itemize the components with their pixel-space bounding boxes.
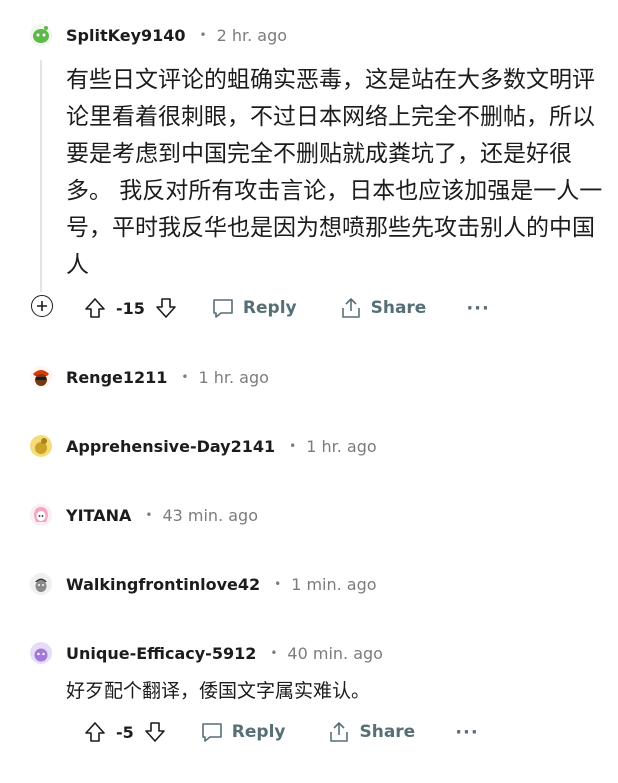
gray-avatar-icon[interactable] <box>30 573 52 595</box>
timestamp[interactable]: 1 hr. ago <box>306 437 376 456</box>
reply-icon <box>213 299 233 318</box>
username[interactable]: SplitKey9140 <box>66 26 186 45</box>
comment-header-splitkey: SplitKey9140 • 2 hr. ago <box>30 23 287 47</box>
share-label: Share <box>359 722 416 742</box>
separator-dot: • <box>274 577 282 591</box>
separator-dot: • <box>181 370 189 384</box>
separator-dot: • <box>145 508 153 522</box>
comment-body: 有些日文评论的蛆确实恶毒，这是站在大多数文明评论里看着很刺眼，不过日本网络上完全… <box>66 67 603 278</box>
green-alien-avatar-icon[interactable] <box>30 24 52 46</box>
username[interactable]: Walkingfrontinlove42 <box>66 575 260 594</box>
username[interactable]: Apprehensive-Day2141 <box>66 437 275 456</box>
share-label: Share <box>370 298 427 318</box>
share-icon <box>341 298 360 318</box>
reply-button[interactable]: Reply <box>211 297 297 319</box>
comment-action-bar: -5 Reply Share ··· <box>84 717 479 747</box>
more-options-button[interactable]: ··· <box>466 298 490 319</box>
username[interactable]: Unique-Efficacy-5912 <box>66 644 256 663</box>
comment-header-apprehensive: Apprehensive-Day2141 • 1 hr. ago <box>30 434 377 458</box>
reply-label: Reply <box>231 722 286 742</box>
downvote-icon[interactable] <box>144 721 166 743</box>
purple-avatar-icon[interactable] <box>30 642 52 664</box>
thread-line[interactable] <box>40 60 42 292</box>
comment-action-bar: -15 Reply Share ··· <box>84 293 490 323</box>
share-icon <box>330 722 349 742</box>
upvote-icon[interactable] <box>84 721 106 743</box>
red-hat-avatar-icon[interactable] <box>30 366 52 388</box>
timestamp[interactable]: 2 hr. ago <box>217 26 287 45</box>
share-button[interactable]: Share <box>327 720 415 744</box>
vote-score: -15 <box>116 298 145 318</box>
reply-label: Reply <box>242 298 297 318</box>
comment-header-walkingfront: Walkingfrontinlove42 • 1 min. ago <box>30 572 377 596</box>
timestamp[interactable]: 40 min. ago <box>287 644 383 663</box>
separator-dot: • <box>289 439 297 453</box>
comment-header-unique: Unique-Efficacy-5912 • 40 min. ago <box>30 641 383 665</box>
timestamp[interactable]: 1 hr. ago <box>198 368 268 387</box>
separator-dot: • <box>270 646 278 660</box>
username[interactable]: YITANA <box>66 506 131 525</box>
upvote-icon[interactable] <box>84 297 106 319</box>
pink-hair-avatar-icon[interactable] <box>30 504 52 526</box>
comment-header-renge: Renge1211 • 1 hr. ago <box>30 365 269 389</box>
comment-body: 好歹配个翻译，倭国文字属实难认。 <box>66 680 371 702</box>
share-button[interactable]: Share <box>339 296 427 320</box>
reply-icon <box>201 723 222 742</box>
vote-score: -5 <box>116 722 134 742</box>
username[interactable]: Renge1211 <box>66 368 167 387</box>
reply-button[interactable]: Reply <box>200 721 286 743</box>
comment-header-yitana: YITANA • 43 min. ago <box>30 503 258 527</box>
more-options-button[interactable]: ··· <box>455 722 479 743</box>
downvote-icon[interactable] <box>155 297 177 319</box>
expand-thread-icon[interactable] <box>31 295 53 317</box>
yellow-avatar-icon[interactable] <box>30 435 52 457</box>
separator-dot: • <box>199 28 207 42</box>
timestamp[interactable]: 1 min. ago <box>291 575 376 594</box>
timestamp[interactable]: 43 min. ago <box>162 506 258 525</box>
